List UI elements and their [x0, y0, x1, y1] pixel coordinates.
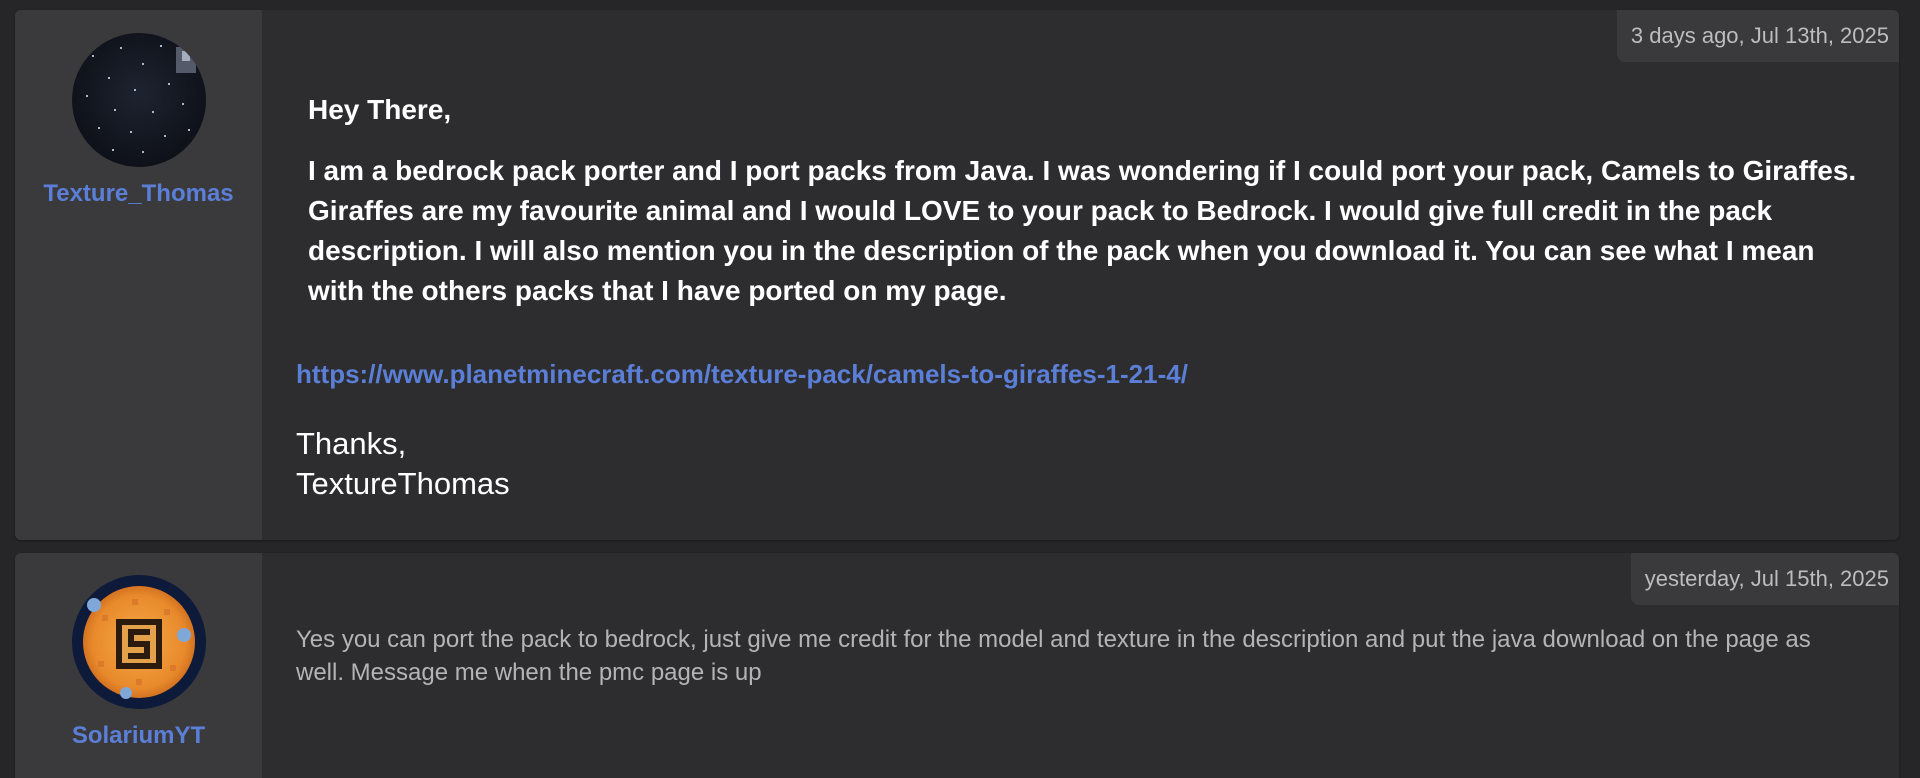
starry-night-avatar-icon	[71, 33, 206, 167]
author-panel: Texture_Thomas	[15, 10, 262, 540]
signoff-name: TextureThomas	[296, 466, 510, 501]
message-card: Texture_Thomas 3 days ago, Jul 13th, 202…	[15, 10, 1899, 540]
author-panel: SolariumYT	[15, 553, 262, 778]
avatar[interactable]	[71, 575, 206, 709]
message-body: 3 days ago, Jul 13th, 2025 Hey There, I …	[262, 10, 1899, 540]
message-timestamp: yesterday, Jul 15th, 2025	[1630, 553, 1899, 605]
message-signoff: Thanks, TextureThomas	[296, 424, 510, 504]
texture-pack-link[interactable]: https://www.planetminecraft.com/texture-…	[296, 359, 1188, 390]
message-timestamp: 3 days ago, Jul 13th, 2025	[1616, 10, 1899, 62]
sun-logo-avatar-icon	[71, 575, 206, 709]
author-username-link[interactable]: Texture_Thomas	[43, 180, 233, 208]
message-card: SolariumYT yesterday, Jul 15th, 2025 Yes…	[15, 553, 1899, 778]
message-thread: Texture_Thomas 3 days ago, Jul 13th, 202…	[0, 0, 1920, 778]
message-paragraph: I am a bedrock pack porter and I port pa…	[308, 155, 1857, 306]
message-text: Yes you can port the pack to bedrock, ju…	[296, 626, 1811, 686]
avatar[interactable]	[71, 33, 206, 167]
signoff-thanks: Thanks,	[296, 426, 407, 461]
author-username-link[interactable]: SolariumYT	[72, 722, 205, 750]
message-greeting: Hey There,	[308, 94, 452, 125]
message-body: yesterday, Jul 15th, 2025 Yes you can po…	[262, 553, 1899, 778]
